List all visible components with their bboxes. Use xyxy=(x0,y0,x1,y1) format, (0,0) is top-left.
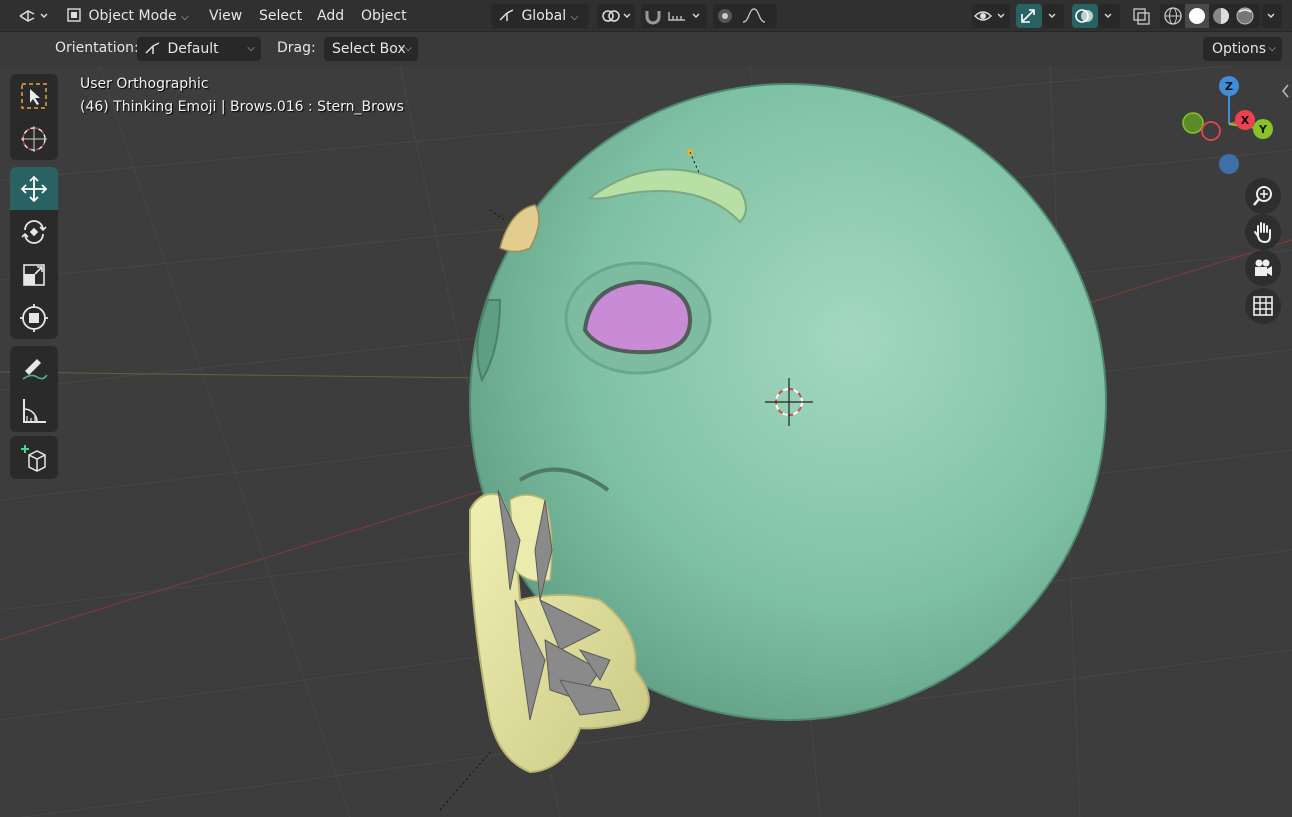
solid-shading-icon[interactable] xyxy=(1189,8,1205,24)
tool-annotate[interactable] xyxy=(10,346,58,389)
y-axis-line xyxy=(0,371,481,379)
chevron-down-icon: ⌵ xyxy=(181,12,189,23)
toolbar-group-add xyxy=(10,436,58,479)
orientation-icon xyxy=(499,9,514,21)
visibility-dropdown[interactable] xyxy=(972,4,1010,28)
measure-icon xyxy=(23,398,46,423)
grid-icon xyxy=(1253,296,1273,316)
overlay-toggle[interactable] xyxy=(1072,4,1098,28)
toolbar-group-transform xyxy=(10,167,58,339)
orientation-label: Global xyxy=(521,8,567,24)
y-axis-label: Y xyxy=(1258,123,1268,136)
proportional-edit-toggle[interactable] xyxy=(713,4,777,28)
options-label: Options xyxy=(1212,41,1267,57)
rotate-icon xyxy=(21,219,47,244)
mode-dropdown[interactable]: Object Mode ⌵ xyxy=(60,4,194,28)
overlay-dropdown[interactable] xyxy=(1098,4,1120,28)
menu-view[interactable]: View xyxy=(201,4,250,28)
scene-render xyxy=(0,66,1292,817)
chevron-down-icon: ⌵ xyxy=(570,12,579,23)
eye-icon xyxy=(974,11,1005,21)
proportional-icon xyxy=(718,8,766,23)
hand-icon xyxy=(1254,222,1271,244)
x-axis-label: X xyxy=(1241,114,1250,127)
magnet-icon xyxy=(645,11,700,25)
rendered-shading-icon[interactable] xyxy=(1236,7,1254,25)
editor-type-button[interactable] xyxy=(14,4,50,28)
shading-dropdown[interactable] xyxy=(1262,4,1282,28)
tool-transform[interactable] xyxy=(10,296,58,339)
drag-label: Drag: xyxy=(277,40,316,56)
toolbar-group-annotate xyxy=(10,346,58,432)
3d-viewport[interactable]: User Orthographic (46) Thinking Emoji | … xyxy=(0,66,1292,817)
shading-mode-group xyxy=(1160,4,1260,28)
orientation-dropdown[interactable]: Default ⌵ xyxy=(137,37,261,61)
snap-toggle[interactable] xyxy=(641,4,707,28)
xray-icon xyxy=(1133,8,1150,25)
cursor-icon xyxy=(21,125,47,152)
move-icon xyxy=(20,175,48,202)
pan-button[interactable] xyxy=(1245,214,1281,250)
tool-select-box[interactable] xyxy=(10,74,58,117)
scale-icon xyxy=(23,263,45,286)
drag-dropdown[interactable]: Select Box ⌵ xyxy=(324,37,418,61)
annotate-icon xyxy=(22,358,48,380)
tool-rotate[interactable] xyxy=(10,210,58,253)
view-name: User Orthographic xyxy=(80,76,209,92)
chevron-down-icon xyxy=(1267,13,1275,18)
orientation-icon xyxy=(145,42,160,54)
drag-value: Select Box xyxy=(332,41,406,57)
shading-icons xyxy=(1164,4,1254,28)
orientation-value: Default xyxy=(167,41,219,57)
chevron-down-icon xyxy=(1104,13,1112,18)
camera-icon xyxy=(1255,259,1272,276)
material-shading-icon[interactable] xyxy=(1213,8,1229,24)
menu-select[interactable]: Select xyxy=(251,4,310,28)
tool-move[interactable] xyxy=(10,167,58,210)
menu-add[interactable]: Add xyxy=(309,4,352,28)
select-box-icon xyxy=(21,82,47,109)
object-info: (46) Thinking Emoji | Brows.016 : Stern_… xyxy=(80,99,404,115)
chevron-down-icon xyxy=(1048,13,1056,18)
sidebar-toggle-icon[interactable] xyxy=(1280,81,1292,101)
options-dropdown[interactable]: Options ⌵ xyxy=(1203,37,1282,61)
camera-view-button[interactable] xyxy=(1245,250,1281,286)
neg-y-axis-handle[interactable] xyxy=(1182,112,1204,134)
menu-object[interactable]: Object xyxy=(353,4,415,28)
toolbar-group-select xyxy=(10,74,58,160)
add-cube-icon xyxy=(21,444,46,472)
pivot-icon xyxy=(602,10,631,22)
gizmo-toggle[interactable] xyxy=(1016,4,1042,28)
pivot-point-dropdown[interactable] xyxy=(597,4,635,28)
chevron-down-icon: ⌵ xyxy=(404,43,412,54)
tool-add-cube[interactable] xyxy=(10,436,58,479)
transform-icon xyxy=(20,303,48,332)
tool-scale[interactable] xyxy=(10,253,58,296)
z-axis-label: Z xyxy=(1225,80,1233,93)
chevron-down-icon: ⌵ xyxy=(1268,43,1276,54)
wireframe-shading-icon[interactable] xyxy=(1164,7,1182,25)
tool-settings-header: Orientation: Default ⌵ Drag: Select Box … xyxy=(0,32,1292,66)
viewport-header: Object Mode ⌵ View Select Add Object Glo… xyxy=(0,0,1292,32)
ortho-toggle-button[interactable] xyxy=(1245,288,1281,324)
view3d-icon xyxy=(19,10,48,22)
chevron-down-icon: ⌵ xyxy=(247,43,255,54)
neg-z-axis-handle[interactable] xyxy=(1219,154,1239,174)
xray-toggle[interactable] xyxy=(1128,4,1154,28)
tool-measure[interactable] xyxy=(10,389,58,432)
navigation-gizmo[interactable]: Z X Y xyxy=(1175,74,1285,184)
gizmo-icon xyxy=(1021,9,1035,23)
orientation-label: Orientation: xyxy=(55,40,139,56)
zoom-icon xyxy=(1253,186,1272,206)
zoom-button[interactable] xyxy=(1245,178,1281,214)
tool-cursor[interactable] xyxy=(10,117,58,160)
transform-orientation-dropdown[interactable]: Global ⌵ xyxy=(491,4,589,28)
gizmo-dropdown[interactable] xyxy=(1042,4,1064,28)
object-mode-icon xyxy=(67,8,81,22)
neg-x-axis-handle[interactable] xyxy=(1201,121,1221,141)
mode-label: Object Mode xyxy=(88,8,177,24)
relation-line xyxy=(489,209,506,221)
overlay-icon xyxy=(1075,9,1093,23)
